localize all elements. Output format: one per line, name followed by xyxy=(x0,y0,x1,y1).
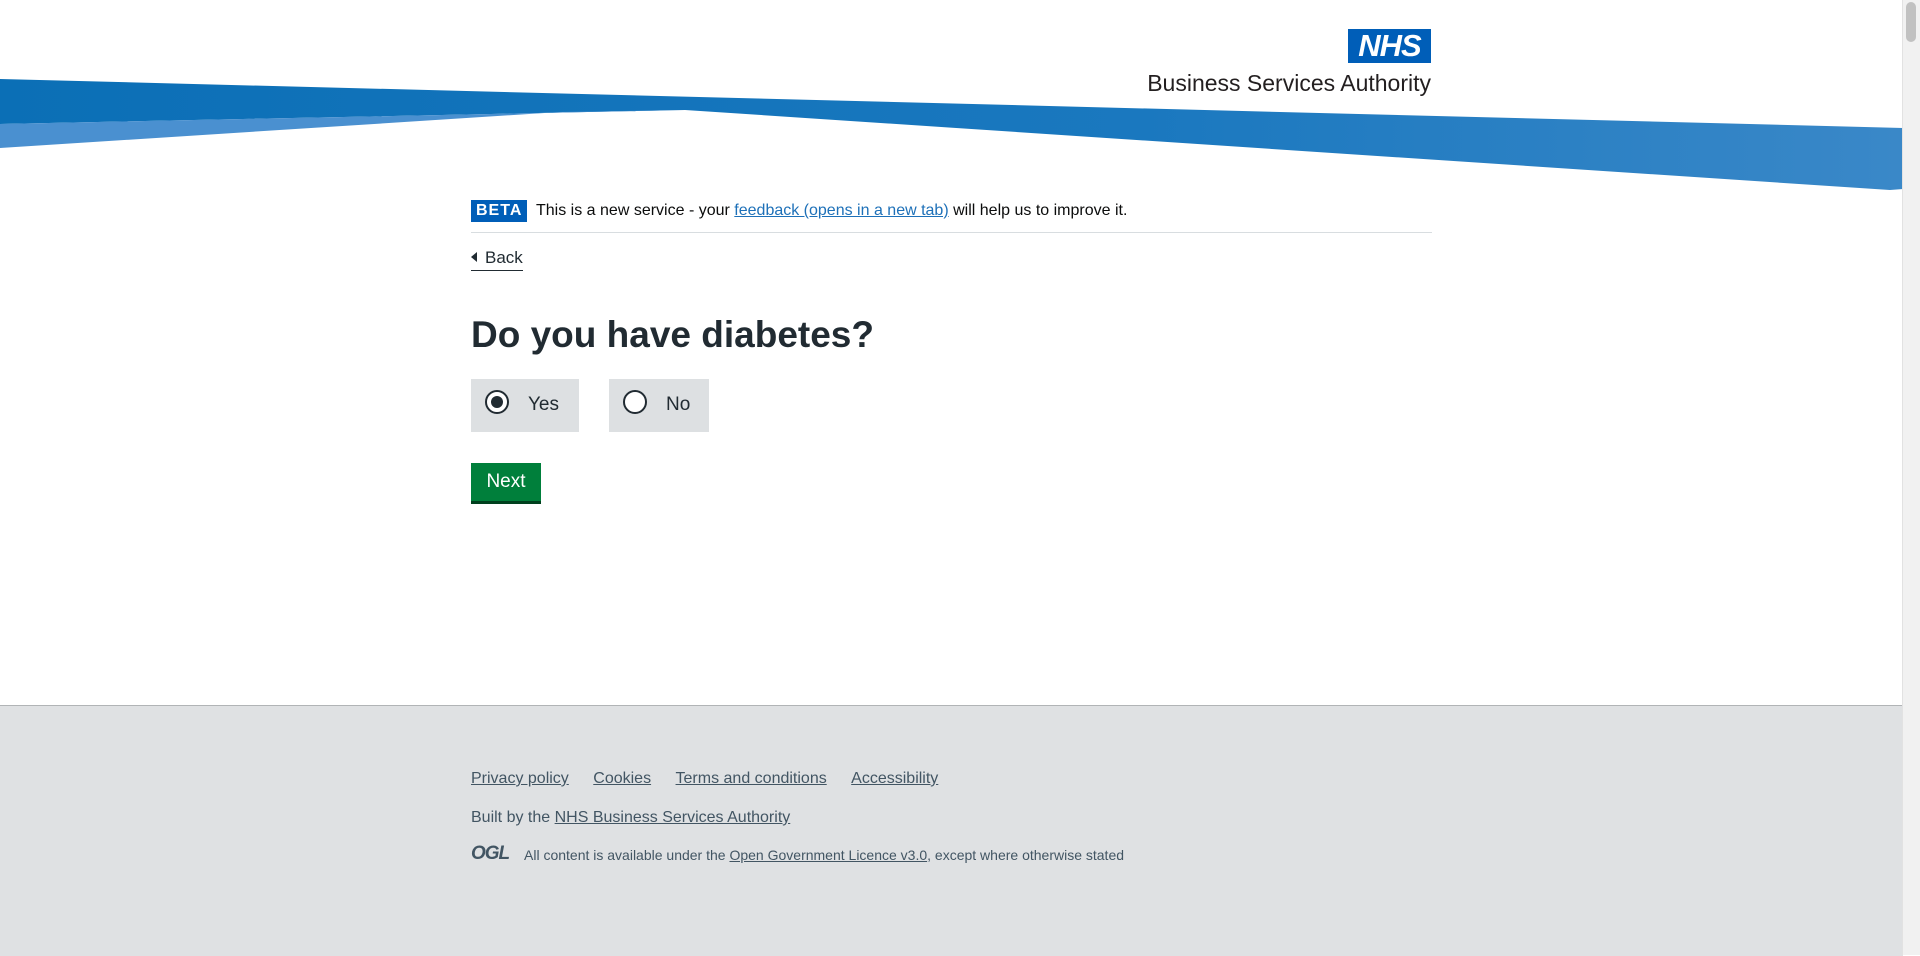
radio-no[interactable]: No xyxy=(609,379,709,432)
radio-yes-label[interactable]: Yes xyxy=(528,393,559,417)
nhsbsa-link[interactable]: NHS Business Services Authority xyxy=(555,809,791,826)
vertical-scrollbar[interactable] xyxy=(1902,0,1920,955)
org-name: Business Services Authority xyxy=(1147,70,1431,96)
radio-yes[interactable]: Yes xyxy=(471,379,579,432)
footer-link-privacy-policy[interactable]: Privacy policy xyxy=(471,769,569,789)
header: NHS Business Services Authority xyxy=(0,0,1903,200)
built-by-text: Built by the xyxy=(471,809,551,826)
footer-links: Privacy policy Cookies Terms and conditi… xyxy=(471,769,958,789)
radio-no-input[interactable] xyxy=(623,390,647,414)
phase-banner-text: This is a new service - your feedback (o… xyxy=(536,201,1127,221)
feedback-link[interactable]: feedback (opens in a new tab) xyxy=(734,202,948,219)
licence-text-after: , except where otherwise stated xyxy=(927,847,1125,863)
back-link[interactable]: Back xyxy=(471,246,523,271)
licence-text-before: All content is available under the xyxy=(524,847,726,863)
nhsbsa-logo[interactable]: NHS Business Services Authority xyxy=(1129,29,1431,97)
footer-link-accessibility[interactable]: Accessibility xyxy=(851,769,938,789)
built-by: Built by the NHS Business Services Autho… xyxy=(471,808,790,828)
footer-link-terms[interactable]: Terms and conditions xyxy=(676,769,827,789)
page: NHS Business Services Authority BETA Thi… xyxy=(0,0,1903,956)
footer: Privacy policy Cookies Terms and conditi… xyxy=(0,705,1903,956)
next-button[interactable]: Next xyxy=(471,463,541,501)
radio-no-label[interactable]: No xyxy=(666,393,690,417)
ogl-licence-link[interactable]: Open Government Licence v3.0 xyxy=(729,847,927,863)
page-title: Do you have diabetes? xyxy=(471,314,874,355)
back-link-label: Back xyxy=(485,248,523,267)
chevron-left-icon xyxy=(471,252,477,262)
scrollbar-thumb[interactable] xyxy=(1906,2,1916,42)
header-wave-band xyxy=(0,79,1903,190)
phase-banner: BETA This is a new service - your feedba… xyxy=(471,198,1432,233)
radio-yes-input[interactable] xyxy=(485,390,509,414)
licence-text: All content is available under the Open … xyxy=(524,846,1124,864)
phase-text-before: This is a new service - your xyxy=(536,202,730,219)
phase-text-after: will help us to improve it. xyxy=(953,202,1128,219)
beta-tag: BETA xyxy=(471,200,528,222)
footer-link-cookies[interactable]: Cookies xyxy=(593,769,651,789)
ogl-logo-icon: OGL xyxy=(471,843,510,864)
nhs-logo-mark: NHS xyxy=(1348,29,1431,63)
